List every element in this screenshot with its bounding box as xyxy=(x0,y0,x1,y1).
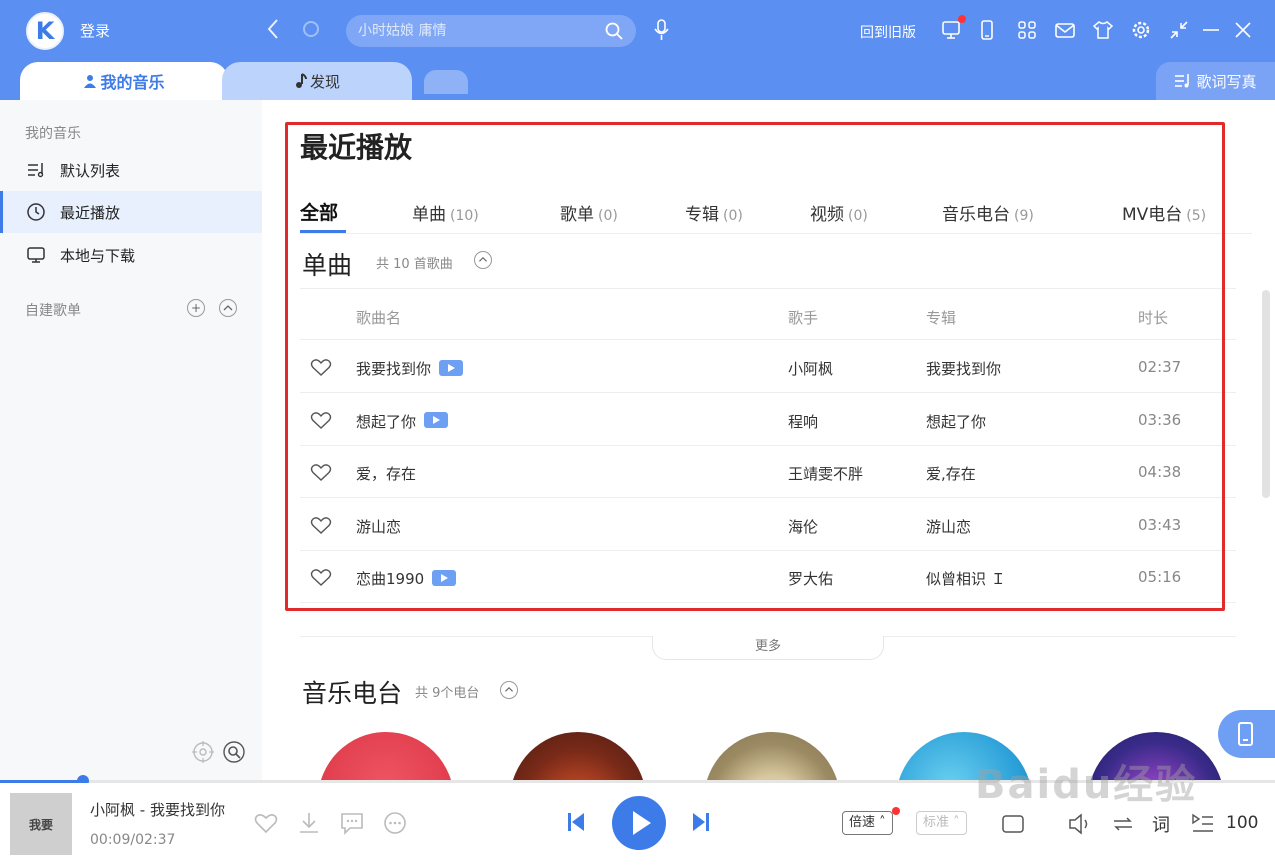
locate-target-icon[interactable] xyxy=(191,740,215,764)
phone-icon[interactable] xyxy=(976,19,998,41)
sidebar: 我的音乐 默认列表 最近播放 本地与下载 自建歌单 + xyxy=(0,100,262,780)
close-icon[interactable] xyxy=(1232,19,1254,41)
now-playing-title[interactable]: 小阿枫 - 我要找到你 xyxy=(90,799,225,820)
radio-cover[interactable] xyxy=(318,732,454,780)
tab-discover[interactable]: 发现 xyxy=(222,62,412,100)
notification-dot xyxy=(958,15,966,23)
back-arrow-icon[interactable] xyxy=(262,16,284,42)
mail-icon[interactable] xyxy=(1054,19,1076,41)
minimize-icon[interactable] xyxy=(1200,19,1222,41)
more-options-icon[interactable] xyxy=(382,810,408,836)
speed-button[interactable]: 倍速 ˄ xyxy=(842,811,893,835)
search-icon[interactable] xyxy=(604,21,624,41)
old-version-link[interactable]: 回到旧版 xyxy=(860,22,916,42)
comment-icon[interactable] xyxy=(339,810,365,836)
sidebar-item-recent[interactable]: 最近播放 xyxy=(0,191,262,233)
heart-icon[interactable] xyxy=(253,810,279,836)
app-logo[interactable]: K xyxy=(26,12,64,50)
watermark-text: Baidu经验 xyxy=(975,762,1198,808)
user-icon xyxy=(84,75,97,88)
login-link[interactable]: 登录 xyxy=(80,20,110,41)
apps-grid-icon[interactable] xyxy=(1016,19,1038,41)
phone-icon xyxy=(1238,722,1253,746)
lyrics-list-icon xyxy=(1175,74,1190,88)
sidebar-item-label: 默认列表 xyxy=(60,161,121,180)
quality-button[interactable]: 标准 ˄ xyxy=(916,811,967,835)
lyrics-toggle[interactable]: 词 xyxy=(1152,811,1170,837)
lyrics-photo-label: 歌词写真 xyxy=(1196,72,1257,91)
clock-icon xyxy=(27,203,45,221)
sidebar-item-label: 本地与下载 xyxy=(60,246,136,265)
skin-shirt-icon[interactable] xyxy=(1092,19,1114,41)
scrollbar[interactable] xyxy=(1262,290,1270,498)
album-cover[interactable]: 我要 xyxy=(10,793,72,855)
radio-section-title: 音乐电台 xyxy=(302,679,403,708)
lyrics-photo-button[interactable]: 歌词写真 xyxy=(1156,62,1275,100)
highlight-annotation-box xyxy=(285,122,1225,611)
radio-cover[interactable] xyxy=(704,732,840,780)
music-note-icon xyxy=(295,73,307,88)
monitor-icon xyxy=(27,247,45,263)
tab-my-music-label: 我的音乐 xyxy=(100,73,165,92)
sidebar-heading: 我的音乐 xyxy=(25,126,81,142)
volume-count: 100 xyxy=(1226,813,1259,833)
collapse-chevron-icon[interactable] xyxy=(219,299,237,317)
sidebar-item-default-list[interactable]: 默认列表 xyxy=(0,149,262,191)
previous-track-icon[interactable] xyxy=(563,809,589,835)
tab-discover-label: 发现 xyxy=(309,72,340,91)
play-button[interactable] xyxy=(612,796,666,850)
sidebar-item-label: 最近播放 xyxy=(60,203,121,222)
playlist-queue-icon[interactable] xyxy=(1190,811,1216,837)
tab-extra[interactable] xyxy=(424,70,468,94)
playlist-icon xyxy=(28,163,44,178)
tab-my-music[interactable]: 我的音乐 xyxy=(20,62,228,100)
top-bar: K 登录 回到旧版 xyxy=(0,0,1275,100)
download-icon[interactable] xyxy=(296,810,322,836)
settings-gear-icon[interactable] xyxy=(1130,19,1152,41)
playback-time: 00:09/02:37 xyxy=(90,832,176,848)
voice-search-icon[interactable] xyxy=(650,18,672,42)
audio-effect-icon[interactable] xyxy=(1000,811,1026,837)
search-box[interactable] xyxy=(346,15,636,47)
next-track-icon[interactable] xyxy=(688,809,714,835)
album-cover-text: 我要 xyxy=(28,817,53,832)
play-icon xyxy=(633,811,651,835)
loop-mode-icon[interactable] xyxy=(1110,811,1136,837)
radio-collapse-icon[interactable] xyxy=(500,681,518,699)
search-input[interactable] xyxy=(358,20,598,42)
main-content: 最近播放 全部 单曲 (10) 歌单 (0) 专辑 (0) 视频 (0) 音乐电台 (9)… xyxy=(262,100,1275,780)
sidebar-item-local-download[interactable]: 本地与下载 xyxy=(0,234,262,276)
mini-mode-icon[interactable] xyxy=(1168,19,1190,41)
radio-count: 共 9个电台 xyxy=(415,686,480,701)
mobile-float-button[interactable] xyxy=(1218,710,1275,758)
custom-playlist-heading: 自建歌单 xyxy=(25,303,81,319)
add-playlist-plus-icon[interactable]: + xyxy=(187,299,205,317)
radio-cover[interactable] xyxy=(510,732,646,780)
refresh-icon[interactable] xyxy=(300,16,322,42)
volume-icon[interactable] xyxy=(1066,811,1092,837)
screen-icon[interactable] xyxy=(940,19,962,41)
sidebar-search-icon[interactable] xyxy=(222,740,246,764)
speed-notification-dot xyxy=(892,807,900,815)
more-button[interactable]: 更多 xyxy=(652,636,884,660)
